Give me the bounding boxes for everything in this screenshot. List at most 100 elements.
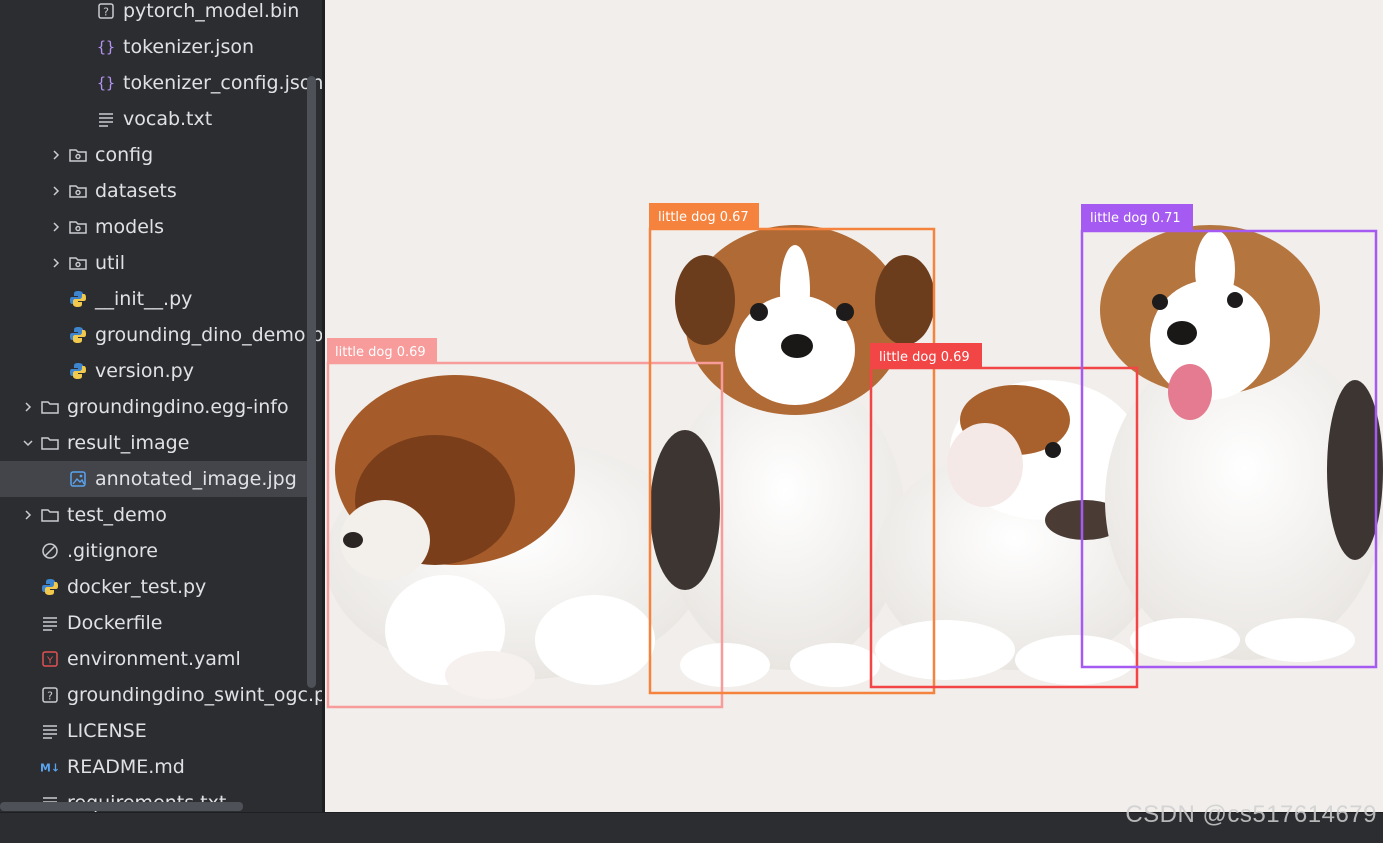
chevron-right-icon[interactable] xyxy=(17,497,39,533)
tree-item-label: README.md xyxy=(67,756,185,778)
tree-item[interactable]: test_demo xyxy=(0,497,322,533)
detection-label: little dog 0.69 xyxy=(879,350,970,365)
detection-label: little dog 0.67 xyxy=(658,210,749,225)
tree-item[interactable]: {} tokenizer_config.json xyxy=(0,65,322,101)
tree-item-label: util xyxy=(95,252,126,274)
tree-item-label: config xyxy=(95,144,154,166)
yaml-file-icon: Y xyxy=(39,641,61,677)
tree-item[interactable]: Dockerfile xyxy=(0,605,322,641)
tree-item-label: environment.yaml xyxy=(67,648,241,670)
chevron-right-icon[interactable] xyxy=(45,245,67,281)
tree-item[interactable]: ? groundingdino_swint_ogc.pth xyxy=(0,677,322,713)
json-file-icon: {} xyxy=(95,29,117,65)
unknown-file-icon: ? xyxy=(95,0,117,29)
tree-item-label: .gitignore xyxy=(67,540,158,562)
python-file-icon xyxy=(67,353,89,389)
project-tree: ? pytorch_model.bin {} tokenizer.json {} toke… xyxy=(0,0,322,812)
tree-item[interactable]: {} tokenizer.json xyxy=(0,29,322,65)
tree-item[interactable]: version.py xyxy=(0,353,322,389)
svg-text:?: ? xyxy=(47,690,53,703)
tree-item-label: Dockerfile xyxy=(67,612,163,634)
tree-item-label: groundingdino.egg-info xyxy=(67,396,289,418)
annotated-image: little dog 0.69 little dog 0.67 little d… xyxy=(325,0,1383,812)
chevron-right-icon[interactable] xyxy=(45,137,67,173)
svg-text:?: ? xyxy=(103,6,109,19)
tree-item[interactable]: ? pytorch_model.bin xyxy=(0,0,322,29)
tree-item-label: models xyxy=(95,216,165,238)
chevron-right-icon[interactable] xyxy=(45,209,67,245)
svg-text:{}: {} xyxy=(97,38,115,56)
tree-item-label: LICENSE xyxy=(67,720,147,742)
tree-item[interactable]: LICENSE xyxy=(0,713,322,749)
tree-item-label: tokenizer.json xyxy=(123,36,255,58)
text-file-icon xyxy=(95,101,117,137)
package-folder-icon xyxy=(67,245,89,281)
detection-label: little dog 0.71 xyxy=(1090,211,1181,226)
tree-item-label: groundingdino_swint_ogc.pth xyxy=(67,684,322,706)
tree-item-label: docker_test.py xyxy=(67,576,207,598)
tree-item-label: annotated_image.jpg xyxy=(95,468,297,490)
tree-item[interactable]: datasets xyxy=(0,173,322,209)
tree-item-label: test_demo xyxy=(67,504,167,526)
tree-item[interactable]: Yenvironment.yaml xyxy=(0,641,322,677)
tree-item[interactable]: config xyxy=(0,137,322,173)
chevron-right-icon[interactable] xyxy=(45,173,67,209)
python-file-icon xyxy=(67,281,89,317)
tree-item[interactable]: models xyxy=(0,209,322,245)
tree-item[interactable]: result_image xyxy=(0,425,322,461)
svg-text:Y: Y xyxy=(46,656,54,667)
unknown-file-icon: ? xyxy=(39,677,61,713)
image-viewer: little dog 0.69 little dog 0.67 little d… xyxy=(325,0,1383,812)
text-file-icon xyxy=(39,713,61,749)
chevron-right-icon[interactable] xyxy=(17,389,39,425)
tree-item-label: vocab.txt xyxy=(123,108,213,130)
tree-item[interactable]: .gitignore xyxy=(0,533,322,569)
image-file-icon xyxy=(67,461,89,497)
detection-label: little dog 0.69 xyxy=(335,345,426,360)
watermark: CSDN @cs517614679 xyxy=(1125,801,1377,828)
folder-icon xyxy=(39,389,61,425)
tree-item-label: result_image xyxy=(67,432,190,454)
svg-text:M↓: M↓ xyxy=(40,762,60,775)
vertical-scrollbar[interactable] xyxy=(307,76,316,688)
python-file-icon xyxy=(39,569,61,605)
horizontal-scrollbar[interactable] xyxy=(0,802,243,811)
tree-item-label: datasets xyxy=(95,180,177,202)
tree-item[interactable]: groundingdino.egg-info xyxy=(0,389,322,425)
chevron-down-icon[interactable] xyxy=(17,425,39,461)
text-file-icon xyxy=(39,605,61,641)
tree-item[interactable]: docker_test.py xyxy=(0,569,322,605)
tree-item-label: version.py xyxy=(95,360,194,382)
tree-item[interactable]: annotated_image.jpg xyxy=(0,461,308,497)
tree-item-label: __init__.py xyxy=(95,288,193,310)
tree-item[interactable]: vocab.txt xyxy=(0,101,322,137)
markdown-file-icon: M↓ xyxy=(39,749,61,785)
tree-item-label: pytorch_model.bin xyxy=(123,0,300,22)
tree-item[interactable]: M↓ README.md xyxy=(0,749,322,785)
package-folder-icon xyxy=(67,173,89,209)
tree-item[interactable]: util xyxy=(0,245,322,281)
tree-item-label: grounding_dino_demo.py xyxy=(95,324,322,346)
tree-item[interactable]: __init__.py xyxy=(0,281,322,317)
json-file-icon: {} xyxy=(95,65,117,101)
folder-icon xyxy=(39,497,61,533)
tree-item[interactable]: grounding_dino_demo.py xyxy=(0,317,322,353)
package-folder-icon xyxy=(67,209,89,245)
svg-text:{}: {} xyxy=(97,74,115,92)
package-folder-icon xyxy=(67,137,89,173)
ignore-file-icon xyxy=(39,533,61,569)
